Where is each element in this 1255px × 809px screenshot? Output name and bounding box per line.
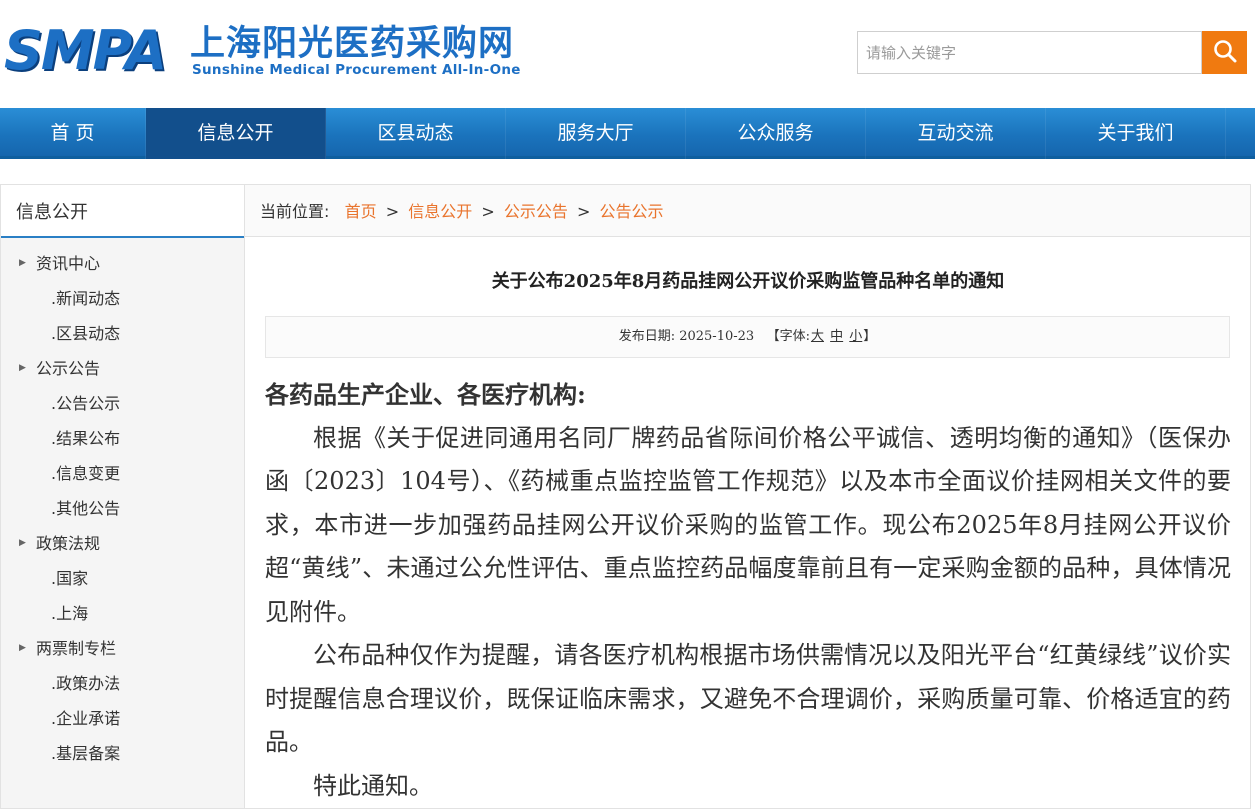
sidebar-title: 信息公开: [1, 185, 244, 238]
sidebar-item-notices[interactable]: .公告公示: [1, 386, 244, 421]
sidebar-menu: ▶ 资讯中心 .新闻动态 .区县动态 ▶ 公示公告 .公告公示 .结果公布 .信…: [1, 238, 244, 771]
breadcrumb-separator: >: [481, 202, 495, 221]
sidebar-item-shanghai[interactable]: .上海: [1, 596, 244, 631]
sidebar-item-results[interactable]: .结果公布: [1, 421, 244, 456]
search-input[interactable]: [857, 31, 1202, 74]
breadcrumb-separator: >: [577, 202, 591, 221]
sidebar-category-label: 两票制专栏: [36, 639, 117, 658]
main-nav: 首 页 信息公开 区县动态 服务大厅 公众服务 互动交流 关于我们: [0, 108, 1255, 159]
breadcrumb: 当前位置: 首页 > 信息公开 > 公示公告 > 公告公示: [245, 185, 1250, 237]
site-header: SMPA 上海阳光医药采购网 Sunshine Medical Procurem…: [0, 0, 1255, 108]
font-size-small-button[interactable]: 小: [849, 329, 862, 344]
article-paragraph: 公布品种仅作为提醒，请各医疗机构根据市场供需情况以及阳光平台“红黄绿线”议价实时…: [265, 641, 1231, 756]
breadcrumb-link-info-public[interactable]: 信息公开: [408, 202, 472, 221]
search-button[interactable]: [1202, 31, 1247, 74]
sidebar-category-label: 政策法规: [36, 534, 101, 553]
publish-date: 2025-10-23: [679, 329, 755, 344]
breadcrumb-prefix: 当前位置:: [260, 202, 330, 221]
logo-english-name: Sunshine Medical Procurement All-In-One: [192, 62, 521, 78]
sidebar-category-label: 公示公告: [36, 359, 101, 378]
article-greeting: 各药品生产企业、各医疗机构:: [265, 380, 586, 409]
breadcrumb-link-notices[interactable]: 公告公示: [600, 202, 664, 221]
sidebar-item-policy-measures[interactable]: .政策办法: [1, 666, 244, 701]
nav-item-public-service[interactable]: 公众服务: [686, 108, 866, 159]
font-size-label: 【字体:: [766, 329, 810, 344]
triangle-right-icon: ▶: [19, 538, 26, 548]
date-label: 发布日期:: [618, 329, 676, 344]
sidebar-category-policies[interactable]: ▶ 政策法规: [1, 526, 244, 561]
article-paragraph: 特此通知。: [313, 771, 433, 800]
nav-item-home[interactable]: 首 页: [0, 108, 146, 159]
sidebar-item-enterprise-pledge[interactable]: .企业承诺: [1, 701, 244, 736]
breadcrumb-link-announcements[interactable]: 公示公告: [504, 202, 568, 221]
search-bar: [857, 31, 1247, 74]
breadcrumb-separator: >: [385, 202, 400, 221]
nav-item-about-us[interactable]: 关于我们: [1046, 108, 1226, 159]
nav-item-info-public[interactable]: 信息公开: [146, 108, 326, 159]
triangle-right-icon: ▶: [19, 643, 26, 653]
sidebar-item-other-notices[interactable]: .其他公告: [1, 491, 244, 526]
sidebar: 信息公开 ▶ 资讯中心 .新闻动态 .区县动态 ▶ 公示公告 .公告公示 .结果…: [0, 184, 245, 809]
search-icon: [1212, 38, 1238, 67]
sidebar-category-label: 资讯中心: [36, 254, 101, 273]
font-size-label-close: 】: [863, 329, 877, 344]
sidebar-item-info-changes[interactable]: .信息变更: [1, 456, 244, 491]
sidebar-item-district-news[interactable]: .区县动态: [1, 316, 244, 351]
font-size-medium-button[interactable]: 中: [830, 329, 843, 344]
sidebar-item-national[interactable]: .国家: [1, 561, 244, 596]
main-content: 当前位置: 首页 > 信息公开 > 公示公告 > 公告公示 关于公布2025年8…: [245, 184, 1251, 809]
article-title: 关于公布2025年8月药品挂网公开议价采购监管品种名单的通知: [491, 271, 1005, 292]
sidebar-item-grassroots-filing[interactable]: .基层备案: [1, 736, 244, 771]
article-body: 各药品生产企业、各医疗机构: 根据《关于促进同通用名同厂牌药品省际间价格公平诚信…: [265, 373, 1231, 808]
nav-item-interaction[interactable]: 互动交流: [866, 108, 1046, 159]
sidebar-item-news[interactable]: .新闻动态: [1, 281, 244, 316]
sidebar-category-two-invoice[interactable]: ▶ 两票制专栏: [1, 631, 244, 666]
nav-item-service-hall[interactable]: 服务大厅: [506, 108, 686, 159]
logo-abbr: SMPA: [4, 19, 167, 82]
site-logo[interactable]: SMPA 上海阳光医药采购网 Sunshine Medical Procurem…: [4, 22, 524, 82]
article-meta: 发布日期: 2025-10-23 【字体:大 中 小】: [265, 316, 1230, 358]
breadcrumb-link-home[interactable]: 首页: [345, 202, 377, 221]
logo-chinese-name: 上海阳光医药采购网: [190, 23, 515, 64]
sidebar-category-announcements[interactable]: ▶ 公示公告: [1, 351, 244, 386]
font-size-large-button[interactable]: 大: [811, 329, 824, 344]
nav-item-district-news[interactable]: 区县动态: [326, 108, 506, 159]
triangle-right-icon: ▶: [19, 258, 26, 268]
article-paragraph: 根据《关于促进同通用名同厂牌药品省际间价格公平诚信、透明均衡的通知》（医保办函〔…: [265, 423, 1231, 626]
sidebar-category-news-center[interactable]: ▶ 资讯中心: [1, 246, 244, 281]
triangle-right-icon: ▶: [19, 363, 26, 373]
